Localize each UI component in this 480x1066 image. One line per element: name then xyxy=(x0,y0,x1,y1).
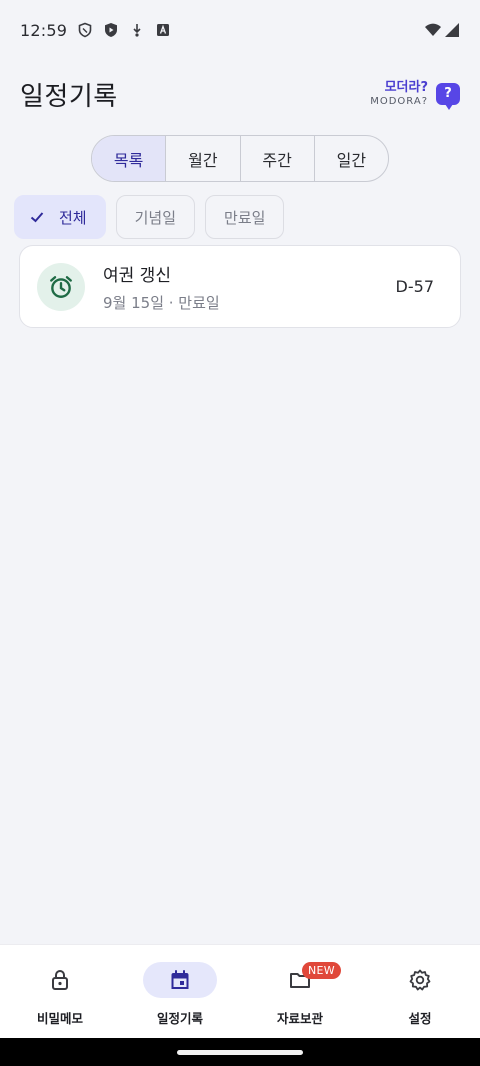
text-a-icon xyxy=(157,24,170,36)
shield-icon xyxy=(78,22,92,38)
play-shield-icon xyxy=(105,23,118,37)
filter-chip-anniversary-label: 기념일 xyxy=(134,208,177,227)
page-title: 일정기록 xyxy=(20,81,118,112)
alarm-clock-icon xyxy=(37,262,85,311)
nav-label-archive: 자료보관 xyxy=(276,1011,323,1026)
status-notification-icons xyxy=(77,22,171,38)
system-gesture-bar xyxy=(0,1038,480,1066)
calendar-icon xyxy=(143,962,217,998)
help-text: 모더라? MODORA? xyxy=(370,81,428,107)
new-badge: NEW xyxy=(302,962,341,979)
lock-icon xyxy=(23,962,97,998)
schedule-item-text: 여권 갱신 9월 15일 · 만료일 xyxy=(103,261,220,313)
nav-item-archive[interactable]: NEW 자료보관 xyxy=(240,945,360,1038)
tab-list[interactable]: 목록 xyxy=(92,136,167,181)
help-bubble-mark: ? xyxy=(444,86,452,102)
help-bubble-icon: ? xyxy=(436,82,460,110)
nav-label-schedule: 일정기록 xyxy=(156,1011,203,1026)
gear-icon xyxy=(383,962,457,998)
schedule-item-title: 여권 갱신 xyxy=(103,265,171,286)
tab-monthly[interactable]: 월간 xyxy=(166,136,241,181)
status-system-icons xyxy=(424,22,460,38)
filter-chips: 전체 기념일 만료일 xyxy=(14,195,285,239)
schedule-list-item[interactable]: 여권 갱신 9월 15일 · 만료일 D-57 xyxy=(19,245,461,328)
app-header: 일정기록 모더라? MODORA? ? xyxy=(0,68,480,120)
bottom-navigation: 비밀메모 일정기록 NEW 자료보관 설정 xyxy=(0,944,480,1038)
filter-chip-all[interactable]: 전체 xyxy=(14,195,106,239)
filter-chip-anniversary[interactable]: 기념일 xyxy=(115,195,196,239)
filter-chip-expiry-label: 만료일 xyxy=(224,208,266,227)
download-icon xyxy=(133,24,141,37)
nav-label-secret-memo: 비밀메모 xyxy=(36,1011,83,1026)
status-bar: 12:59 xyxy=(0,0,480,60)
filter-chip-all-label: 전체 xyxy=(59,208,87,227)
schedule-item-dday: D-57 xyxy=(395,277,434,296)
wifi-icon xyxy=(425,23,441,36)
folder-icon: NEW xyxy=(263,962,341,998)
view-tabs: 목록 월간 주간 일간 xyxy=(91,135,389,182)
nav-item-secret-memo[interactable]: 비밀메모 xyxy=(0,945,120,1038)
home-gesture-handle[interactable] xyxy=(177,1049,303,1055)
nav-label-settings: 설정 xyxy=(408,1011,432,1026)
status-time: 12:59 xyxy=(20,20,68,40)
check-icon xyxy=(30,212,44,223)
nav-item-settings[interactable]: 설정 xyxy=(360,945,480,1038)
filter-chip-expiry[interactable]: 만료일 xyxy=(205,195,285,239)
nav-item-schedule[interactable]: 일정기록 xyxy=(120,945,240,1038)
signal-icon xyxy=(445,23,459,37)
schedule-item-subtitle: 9월 15일 · 만료일 xyxy=(103,293,220,312)
help-main-label: 모더라? xyxy=(384,79,428,95)
help-sub-label: MODORA? xyxy=(370,95,428,107)
help-button[interactable]: 모더라? MODORA? ? xyxy=(370,81,460,110)
tab-daily[interactable]: 일간 xyxy=(315,136,388,181)
tab-weekly[interactable]: 주간 xyxy=(241,136,315,181)
